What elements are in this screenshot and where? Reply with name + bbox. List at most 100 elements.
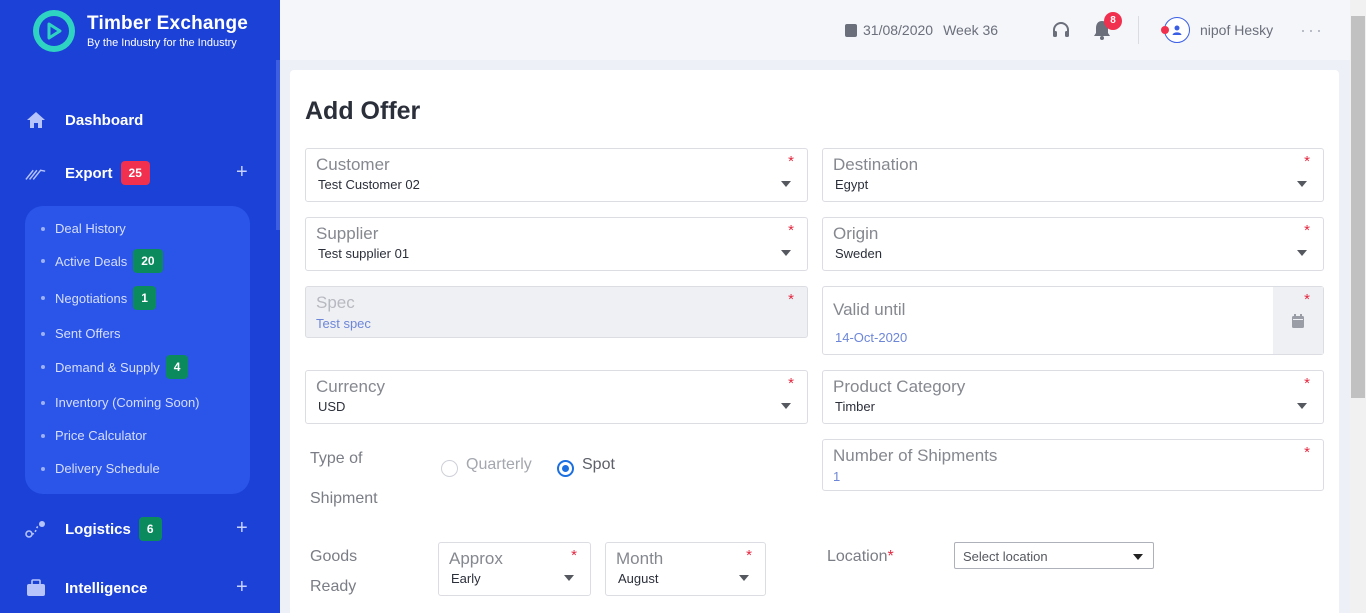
customer-value: Test Customer 02	[318, 177, 420, 192]
number-of-shipments-field[interactable]: Number of Shipments * 1	[822, 439, 1324, 491]
supplier-label: Supplier	[316, 224, 379, 243]
quarterly-radio-label[interactable]: Quarterly	[466, 456, 532, 474]
route-icon	[25, 519, 47, 539]
submenu-deal-history[interactable]: Deal History	[41, 221, 126, 236]
bullet-icon	[41, 226, 45, 231]
logistics-count-badge: 6	[138, 517, 162, 541]
submenu-label: Demand & Supply	[55, 359, 160, 375]
type-of-shipment-label-2: Shipment	[310, 490, 378, 507]
currency-select[interactable]: Currency * USD	[305, 370, 808, 424]
chevron-down-icon	[1297, 403, 1307, 409]
customer-select[interactable]: Customer * Test Customer 02	[305, 148, 808, 202]
scrollbar-thumb[interactable]	[1351, 16, 1365, 398]
brand-subtitle: By the Industry for the Industry	[87, 37, 237, 49]
bullet-icon	[41, 259, 45, 263]
submenu-price-calculator[interactable]: Price Calculator	[41, 428, 147, 443]
required-mark: *	[1304, 153, 1310, 170]
submenu-negotiations[interactable]: Negotiations 1	[41, 286, 156, 310]
submenu-label: Sent Offers	[55, 326, 121, 341]
demand-supply-badge: 4	[165, 355, 189, 379]
status-indicator	[1161, 26, 1169, 34]
page-scrollbar[interactable]	[1350, 0, 1366, 613]
type-of-shipment-label-1: Type of	[310, 450, 363, 467]
submenu-label: Price Calculator	[55, 428, 147, 443]
nav-dashboard[interactable]: Dashboard	[25, 110, 143, 130]
spot-radio-label[interactable]: Spot	[582, 456, 615, 474]
location-select[interactable]: Select location	[954, 542, 1154, 569]
brand-logo-icon	[33, 10, 75, 52]
brand[interactable]: Timber Exchange By the Industry for the …	[33, 10, 248, 52]
spot-radio[interactable]	[557, 460, 574, 477]
destination-select[interactable]: Destination * Egypt	[822, 148, 1324, 202]
destination-label: Destination	[833, 155, 919, 174]
intelligence-expand-icon[interactable]: +	[236, 576, 248, 599]
submenu-sent-offers[interactable]: Sent Offers	[41, 326, 121, 341]
header-divider	[1138, 16, 1139, 44]
page-title: Add Offer	[305, 97, 421, 125]
month-select[interactable]: Month * August	[605, 542, 766, 596]
required-mark: *	[746, 547, 752, 564]
nav-dashboard-label: Dashboard	[65, 111, 144, 129]
required-mark: *	[788, 153, 794, 170]
submenu-inventory[interactable]: Inventory (Coming Soon)	[41, 395, 200, 410]
product-category-label: Product Category	[833, 377, 966, 396]
required-mark: *	[788, 375, 794, 392]
bullet-icon	[41, 433, 45, 438]
number-of-shipments-value: 1	[833, 469, 841, 484]
more-options-icon[interactable]: ···	[1300, 20, 1324, 41]
bullet-icon	[41, 400, 45, 405]
logistics-expand-icon[interactable]: +	[236, 517, 248, 540]
submenu-delivery-schedule[interactable]: Delivery Schedule	[41, 461, 160, 476]
bullet-icon	[41, 365, 45, 369]
month-value: August	[618, 571, 659, 586]
chevron-down-icon	[1133, 554, 1143, 560]
required-mark: *	[1304, 291, 1310, 308]
chevron-down-icon	[781, 181, 791, 187]
destination-value: Egypt	[835, 177, 869, 192]
export-icon	[25, 163, 47, 183]
spec-field[interactable]: Spec * Test spec	[305, 286, 808, 338]
top-bar: 31/08/2020 Week 36 8 nipof Hesky ···	[280, 0, 1350, 60]
submenu-demand-supply[interactable]: Demand & Supply 4	[41, 355, 189, 379]
export-submenu: Deal History Active Deals 20 Negotiation…	[25, 206, 250, 494]
nav-export[interactable]: Export 25	[25, 161, 150, 185]
submenu-label: Inventory (Coming Soon)	[55, 395, 200, 410]
submenu-label: Delivery Schedule	[55, 461, 160, 476]
nav-intelligence[interactable]: Intelligence	[25, 578, 148, 598]
headset-icon[interactable]	[1051, 20, 1071, 45]
nav-intelligence-label: Intelligence	[65, 579, 148, 597]
export-count-badge: 25	[120, 161, 150, 185]
supplier-value: Test supplier 01	[318, 246, 410, 261]
calendar-icon	[845, 23, 857, 37]
origin-select[interactable]: Origin * Sweden	[822, 217, 1324, 271]
goods-ready-label-1: Goods	[310, 548, 358, 565]
required-mark: *	[571, 547, 577, 564]
current-week: Week 36	[943, 22, 999, 38]
nav-export-label: Export	[65, 164, 113, 182]
user-name[interactable]: nipof Hesky	[1200, 22, 1273, 38]
required-mark: *	[788, 291, 794, 308]
negotiations-badge: 1	[133, 286, 156, 310]
chevron-down-icon	[564, 575, 574, 581]
supplier-select[interactable]: Supplier * Test supplier 01	[305, 217, 808, 271]
sidebar-scrollbar[interactable]	[276, 60, 280, 230]
product-category-select[interactable]: Product Category * Timber	[822, 370, 1324, 424]
approx-select[interactable]: Approx * Early	[438, 542, 591, 596]
calendar-icon	[1292, 314, 1304, 333]
location-placeholder: Select location	[963, 549, 1048, 564]
submenu-active-deals[interactable]: Active Deals 20	[41, 249, 163, 273]
origin-value: Sweden	[835, 246, 882, 261]
active-deals-badge: 20	[133, 249, 163, 273]
notification-count-badge: 8	[1104, 12, 1122, 30]
nav-logistics[interactable]: Logistics 6	[25, 517, 162, 541]
spec-label: Spec	[316, 293, 355, 312]
bullet-icon	[41, 296, 45, 300]
quarterly-radio[interactable]	[441, 460, 458, 477]
date-display: 31/08/2020 Week 36	[845, 22, 998, 38]
required-mark: *	[1304, 375, 1310, 392]
valid-until-field[interactable]: Valid until 14-Oct-2020 *	[822, 286, 1324, 355]
date-picker-button[interactable]: *	[1273, 287, 1323, 354]
current-date: 31/08/2020	[863, 22, 934, 38]
submenu-label: Active Deals	[55, 253, 128, 269]
export-expand-icon[interactable]: +	[236, 161, 248, 184]
